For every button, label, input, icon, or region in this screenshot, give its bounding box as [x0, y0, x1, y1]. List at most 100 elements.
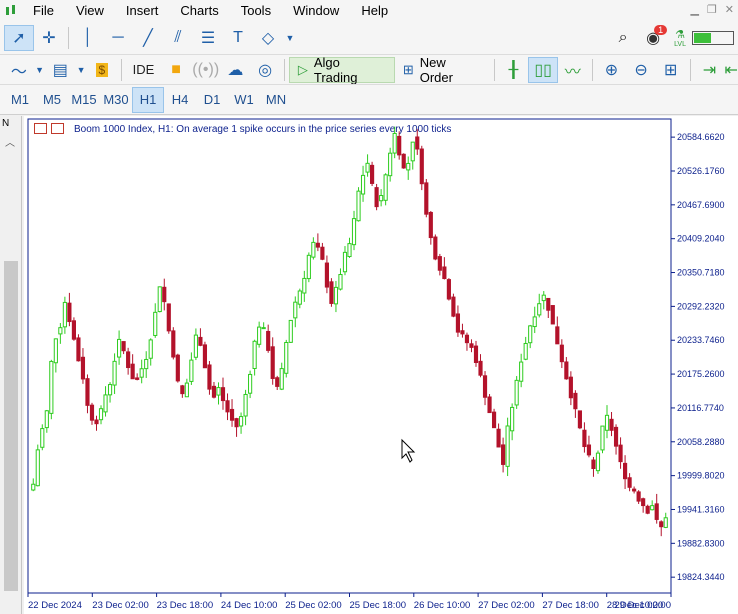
zoom-out-icon[interactable]: ⊖	[626, 57, 656, 83]
menu-view[interactable]: View	[65, 0, 115, 22]
chevron-down-icon[interactable]: ▼	[34, 57, 46, 83]
x-tick-label: 25 Dec 18:00	[350, 600, 407, 611]
menu-file[interactable]: File	[22, 0, 65, 22]
candle-body	[329, 281, 334, 304]
candle-body	[505, 425, 510, 467]
candle-body	[175, 354, 180, 382]
candle-body	[76, 337, 81, 362]
panel-scrollbar[interactable]	[4, 261, 18, 591]
candle-body	[510, 406, 515, 432]
timeframe-w1[interactable]: W1	[228, 87, 260, 113]
candle-body	[419, 148, 424, 185]
candle-body	[243, 393, 248, 417]
candle-body	[270, 346, 275, 379]
market-bag-icon[interactable]: ■	[161, 57, 191, 83]
vps-icon[interactable]: ◎	[250, 57, 280, 83]
y-tick-label: 20116.7740	[677, 403, 724, 413]
candle-body	[604, 414, 610, 431]
candle-body	[297, 290, 302, 305]
timeframe-mn[interactable]: MN	[260, 87, 292, 113]
vertical-line-icon[interactable]: │	[73, 25, 103, 51]
candle-body	[451, 296, 456, 317]
line-chart-icon[interactable]: 〰	[558, 57, 588, 83]
chart-shift-icon[interactable]: ⇥	[695, 57, 725, 83]
menu-insert[interactable]: Insert	[115, 0, 170, 22]
trend-line-icon[interactable]: ╱	[133, 25, 163, 51]
menu-charts[interactable]: Charts	[169, 0, 229, 22]
timeframe-m5[interactable]: M5	[36, 87, 68, 113]
channel-icon[interactable]: ⫽	[163, 25, 193, 51]
menu-tools[interactable]: Tools	[230, 0, 282, 22]
shapes-icon[interactable]: ◇	[253, 25, 283, 51]
ide-button[interactable]: IDE	[126, 57, 162, 83]
candle-body	[496, 428, 501, 448]
candle-body	[338, 274, 343, 290]
horizontal-line-icon[interactable]: ─	[103, 25, 133, 51]
candle-body	[35, 449, 40, 487]
notifications-button[interactable]: ◉ 1	[638, 25, 668, 51]
candle-body	[207, 364, 212, 390]
candle-body	[333, 286, 339, 305]
candle-body	[442, 266, 447, 280]
candle-body	[302, 277, 307, 294]
crosshair-icon[interactable]: ✛	[34, 25, 64, 51]
candle-body	[288, 319, 293, 343]
x-tick-label: 23 Dec 02:00	[92, 600, 149, 611]
candle-body	[162, 286, 167, 303]
fibonacci-icon[interactable]: ☰	[193, 25, 223, 51]
restore-icon[interactable]: ❐	[707, 3, 717, 16]
market-dollar-icon[interactable]: $	[87, 57, 117, 83]
chevron-down-icon[interactable]: ▼	[75, 57, 87, 83]
candle-body	[248, 373, 253, 394]
price-chart[interactable]: 20584.6620 20526.1760 20467.6900 20409.2040…	[24, 116, 738, 614]
menu-help[interactable]: Help	[350, 0, 399, 22]
candle-body	[62, 301, 67, 328]
bar-chart-icon[interactable]: ╂	[499, 57, 529, 83]
scroll-up-icon[interactable]: ︿	[5, 134, 15, 149]
candlestick-icon[interactable]: ▯▯	[528, 56, 558, 83]
candle-body	[67, 302, 72, 323]
candle-body	[220, 387, 226, 402]
y-tick-label: 19824.3440	[677, 572, 725, 582]
minimize-icon[interactable]: ▁	[690, 3, 698, 16]
chevron-down-icon[interactable]: ▼	[283, 25, 297, 51]
candle-body	[460, 330, 465, 335]
menu-window[interactable]: Window	[282, 0, 350, 22]
candle-body	[135, 377, 140, 380]
line-chart-icon[interactable]: 〜	[4, 57, 34, 83]
y-tick-label: 20350.7180	[677, 268, 725, 278]
timeframe-h1[interactable]: H1	[132, 86, 164, 113]
timeframe-h4[interactable]: H4	[164, 87, 196, 113]
candle-body	[641, 498, 646, 507]
mouse-cursor-icon	[401, 438, 416, 463]
search-icon[interactable]: ⌕	[608, 25, 638, 51]
candle-body	[618, 444, 623, 463]
timeframe-m15[interactable]: M15	[68, 87, 100, 113]
candle-body	[234, 418, 239, 428]
candle-body	[532, 316, 537, 328]
candle-body	[266, 330, 271, 351]
chart-window[interactable]: Boom 1000 Index, H1: On average 1 spike …	[24, 116, 738, 614]
notification-badge: 1	[654, 25, 668, 35]
cursor-arrow-icon[interactable]: ➚	[4, 25, 34, 51]
panel-tab-label[interactable]: N	[2, 118, 9, 129]
level-indicator[interactable]: ⚗ LVL	[674, 28, 686, 48]
terminal-logo-icon[interactable]	[0, 0, 22, 22]
algo-trading-button[interactable]: ▷ Algo Trading	[288, 55, 395, 85]
candle-body	[112, 360, 117, 386]
zoom-in-icon[interactable]: ⊕	[597, 57, 627, 83]
tile-windows-icon[interactable]: ⊞	[656, 57, 686, 83]
candle-body	[216, 387, 221, 396]
timeframe-d1[interactable]: D1	[196, 87, 228, 113]
timeframe-m30[interactable]: M30	[100, 87, 132, 113]
candle-body	[71, 320, 76, 340]
chart-template-icon[interactable]: ▤	[46, 57, 76, 83]
close-icon[interactable]: ✕	[725, 3, 734, 16]
timeframe-m1[interactable]: M1	[4, 87, 36, 113]
text-icon[interactable]: T	[223, 25, 253, 51]
new-order-button[interactable]: ⊞ New Order	[395, 54, 490, 85]
signals-icon[interactable]: ((•))	[191, 57, 221, 83]
autoscroll-icon[interactable]: ⇤	[724, 57, 738, 83]
new-order-label: New Order	[419, 54, 453, 85]
cloud-icon[interactable]: ☁	[221, 57, 251, 83]
